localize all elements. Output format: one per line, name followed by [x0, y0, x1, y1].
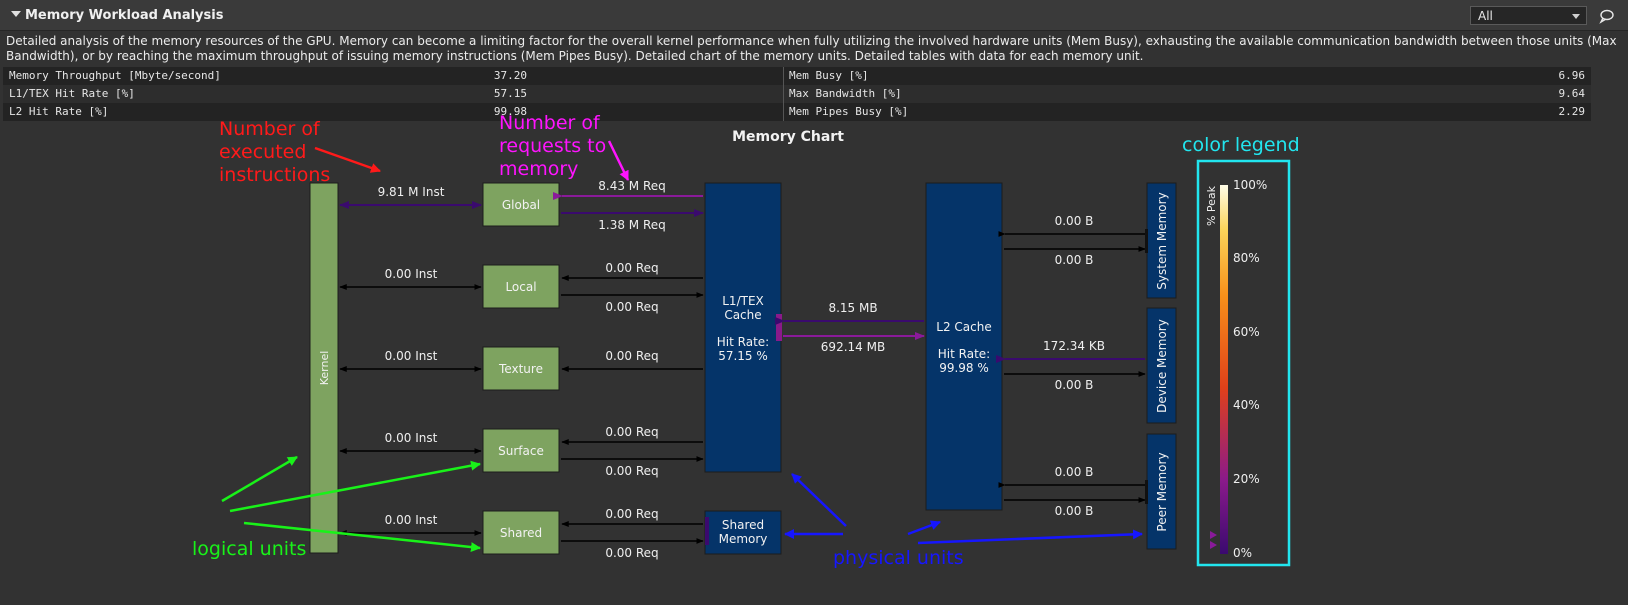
legend-tick: 40% — [1233, 398, 1260, 412]
ext-label: 0.00 B — [1055, 465, 1094, 479]
kernel-label: Kernel — [318, 351, 331, 386]
legend-tick: 100% — [1233, 178, 1267, 192]
annotation-arrow — [607, 140, 630, 181]
ext-label: 0.00 B — [1055, 504, 1094, 518]
req-label: 0.00 Req — [605, 546, 658, 560]
req-label: 0.00 Req — [605, 300, 658, 314]
req-label: 0.00 Req — [605, 261, 658, 275]
legend-tick: 20% — [1233, 472, 1260, 486]
shared-memory-line1: Shared — [722, 518, 764, 532]
ext-label: 0.00 B — [1055, 214, 1094, 228]
annotation-line: instructions — [219, 164, 330, 186]
annotation-line: requests to — [499, 135, 606, 157]
annotation-line: physical units — [833, 547, 964, 569]
req-label: 1.38 M Req — [598, 218, 666, 232]
chart-title: Memory Chart — [732, 129, 844, 145]
l1-l2-top-label: 8.15 MB — [828, 301, 877, 315]
annotation-line: memory — [499, 158, 578, 180]
annotation-line: logical units — [192, 538, 306, 560]
l1-l2-bottom-label: 692.14 MB — [821, 340, 885, 354]
req-label: 8.43 M Req — [598, 179, 666, 193]
l1-name-line2: Cache — [724, 308, 761, 322]
heat-scale-bar — [1220, 185, 1228, 554]
inst-label: 0.00 Inst — [385, 349, 438, 363]
global-label: Global — [502, 198, 540, 212]
l1-hit-label: Hit Rate: — [717, 335, 769, 349]
local-label: Local — [505, 280, 536, 294]
system-port — [1145, 229, 1148, 253]
annotation-arrow — [229, 460, 481, 513]
l1-hit-value: 57.15 % — [718, 349, 768, 363]
annotation-line: executed — [219, 141, 306, 163]
l1-name-line1: L1/TEX — [722, 294, 764, 308]
legend-axis-label: % Peak — [1205, 185, 1218, 226]
legend-marker — [1210, 541, 1217, 549]
system-memory-label: System Memory — [1155, 192, 1169, 289]
req-label: 0.00 Req — [605, 507, 658, 521]
legend-marker — [1210, 531, 1217, 539]
peer-memory-label: Peer Memory — [1155, 452, 1169, 531]
inst-label: 0.00 Inst — [385, 431, 438, 445]
ext-label: 172.34 KB — [1043, 339, 1105, 353]
annotation-arrow — [221, 455, 298, 503]
legend-tick: 0% — [1233, 546, 1252, 560]
shared-label: Shared — [500, 526, 542, 540]
inst-label: 0.00 Inst — [385, 513, 438, 527]
l2-hit-label: Hit Rate: — [938, 347, 990, 361]
annotation-arrow — [907, 520, 941, 536]
texture-label: Texture — [498, 362, 543, 376]
req-label: 0.00 Req — [605, 349, 658, 363]
annotation-arrow — [791, 473, 847, 527]
shared-memory-port — [705, 517, 709, 545]
req-label: 0.00 Req — [605, 464, 658, 478]
device-memory-label: Device Memory — [1155, 319, 1169, 413]
legend-tick: 80% — [1233, 251, 1260, 265]
l1tex-cache[interactable] — [704, 182, 782, 473]
req-label: 0.00 Req — [605, 425, 658, 439]
annotation-arrow — [917, 529, 1143, 545]
annotation-line: Number of — [219, 118, 321, 140]
annotation-line: Number of — [499, 112, 601, 134]
shared-memory-line2: Memory — [719, 532, 768, 546]
inst-label: 0.00 Inst — [385, 267, 438, 281]
legend-tick: 60% — [1233, 325, 1260, 339]
surface-label: Surface — [498, 444, 544, 458]
peer-port — [1145, 480, 1148, 504]
l2-hit-value: 99.98 % — [939, 361, 989, 375]
annotation-line: color legend — [1182, 134, 1300, 156]
l2-name: L2 Cache — [936, 320, 991, 334]
l1-port — [776, 314, 782, 341]
ext-label: 0.00 B — [1055, 253, 1094, 267]
inst-label: 9.81 M Inst — [378, 185, 445, 199]
memory-chart: Memory Chart Kernel Global Local Texture… — [192, 112, 1300, 569]
ext-label: 0.00 B — [1055, 378, 1094, 392]
